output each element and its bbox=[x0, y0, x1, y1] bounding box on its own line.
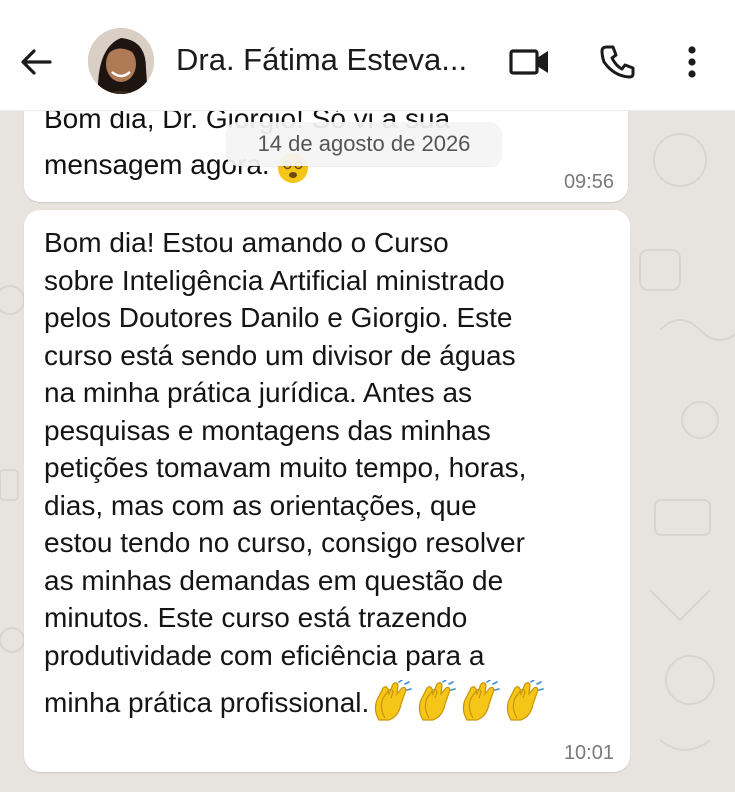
clapping-emoji-row bbox=[369, 680, 545, 721]
message-line: petições tomavam muito tempo, horas, bbox=[44, 452, 527, 483]
avatar[interactable] bbox=[88, 28, 154, 94]
video-call-button[interactable] bbox=[508, 44, 552, 80]
message-timestamp: 09:56 bbox=[563, 171, 614, 193]
message-line: pelos Doutores Danilo e Giorgio. Este bbox=[44, 302, 513, 333]
voice-call-button[interactable] bbox=[598, 42, 638, 82]
message-line-text: minha prática profissional. bbox=[44, 687, 370, 718]
contact-name[interactable]: Dra. Fátima Esteva... bbox=[176, 42, 486, 78]
message-line: dias, mas com as orientações, que bbox=[44, 489, 477, 521]
message-line: curso está sendo um divisor de águas bbox=[44, 339, 516, 371]
clapping-hands-emoji-icon bbox=[375, 680, 413, 721]
message-timestamp: 10:01 bbox=[563, 742, 614, 764]
back-button[interactable] bbox=[18, 44, 54, 80]
more-options-button[interactable] bbox=[680, 42, 704, 82]
message-line: sobre Inteligência Artificial ministrado bbox=[44, 264, 505, 296]
arrow-left-icon bbox=[21, 49, 52, 75]
video-camera-icon bbox=[509, 49, 548, 75]
message-line: pesquisas e montagens das minhas bbox=[44, 414, 491, 446]
phone-icon bbox=[600, 45, 635, 79]
message-line: produtividade com eficiência para a bbox=[44, 639, 485, 671]
chat-header: Dra. Fátima Esteva... bbox=[0, 0, 735, 111]
message-line: minha prática profissional. bbox=[44, 680, 622, 722]
message-line: as minhas demandas em questão de bbox=[44, 564, 504, 596]
message-line: na minha prática jurídica. Antes as bbox=[44, 377, 473, 408]
message-text: Bom dia! Estou amando o Curso sobre Inte… bbox=[44, 224, 622, 722]
message-bubble[interactable]: Bom dia! Estou amando o Curso sobre Inte… bbox=[24, 210, 630, 772]
date-separator: 14 de agosto de 2026 bbox=[226, 122, 502, 166]
clapping-hands-emoji-icon bbox=[507, 680, 545, 721]
clapping-hands-emoji-icon bbox=[463, 680, 501, 721]
clapping-hands-emoji-icon bbox=[419, 680, 457, 721]
message-line: minutos. Este curso está trazendo bbox=[44, 602, 468, 633]
more-vertical-icon bbox=[688, 46, 696, 78]
message-line: Bom dia! Estou amando o Curso bbox=[44, 227, 449, 258]
avatar-image bbox=[88, 28, 154, 94]
message-line: estou tendo no curso, consigo resolver bbox=[44, 527, 525, 558]
